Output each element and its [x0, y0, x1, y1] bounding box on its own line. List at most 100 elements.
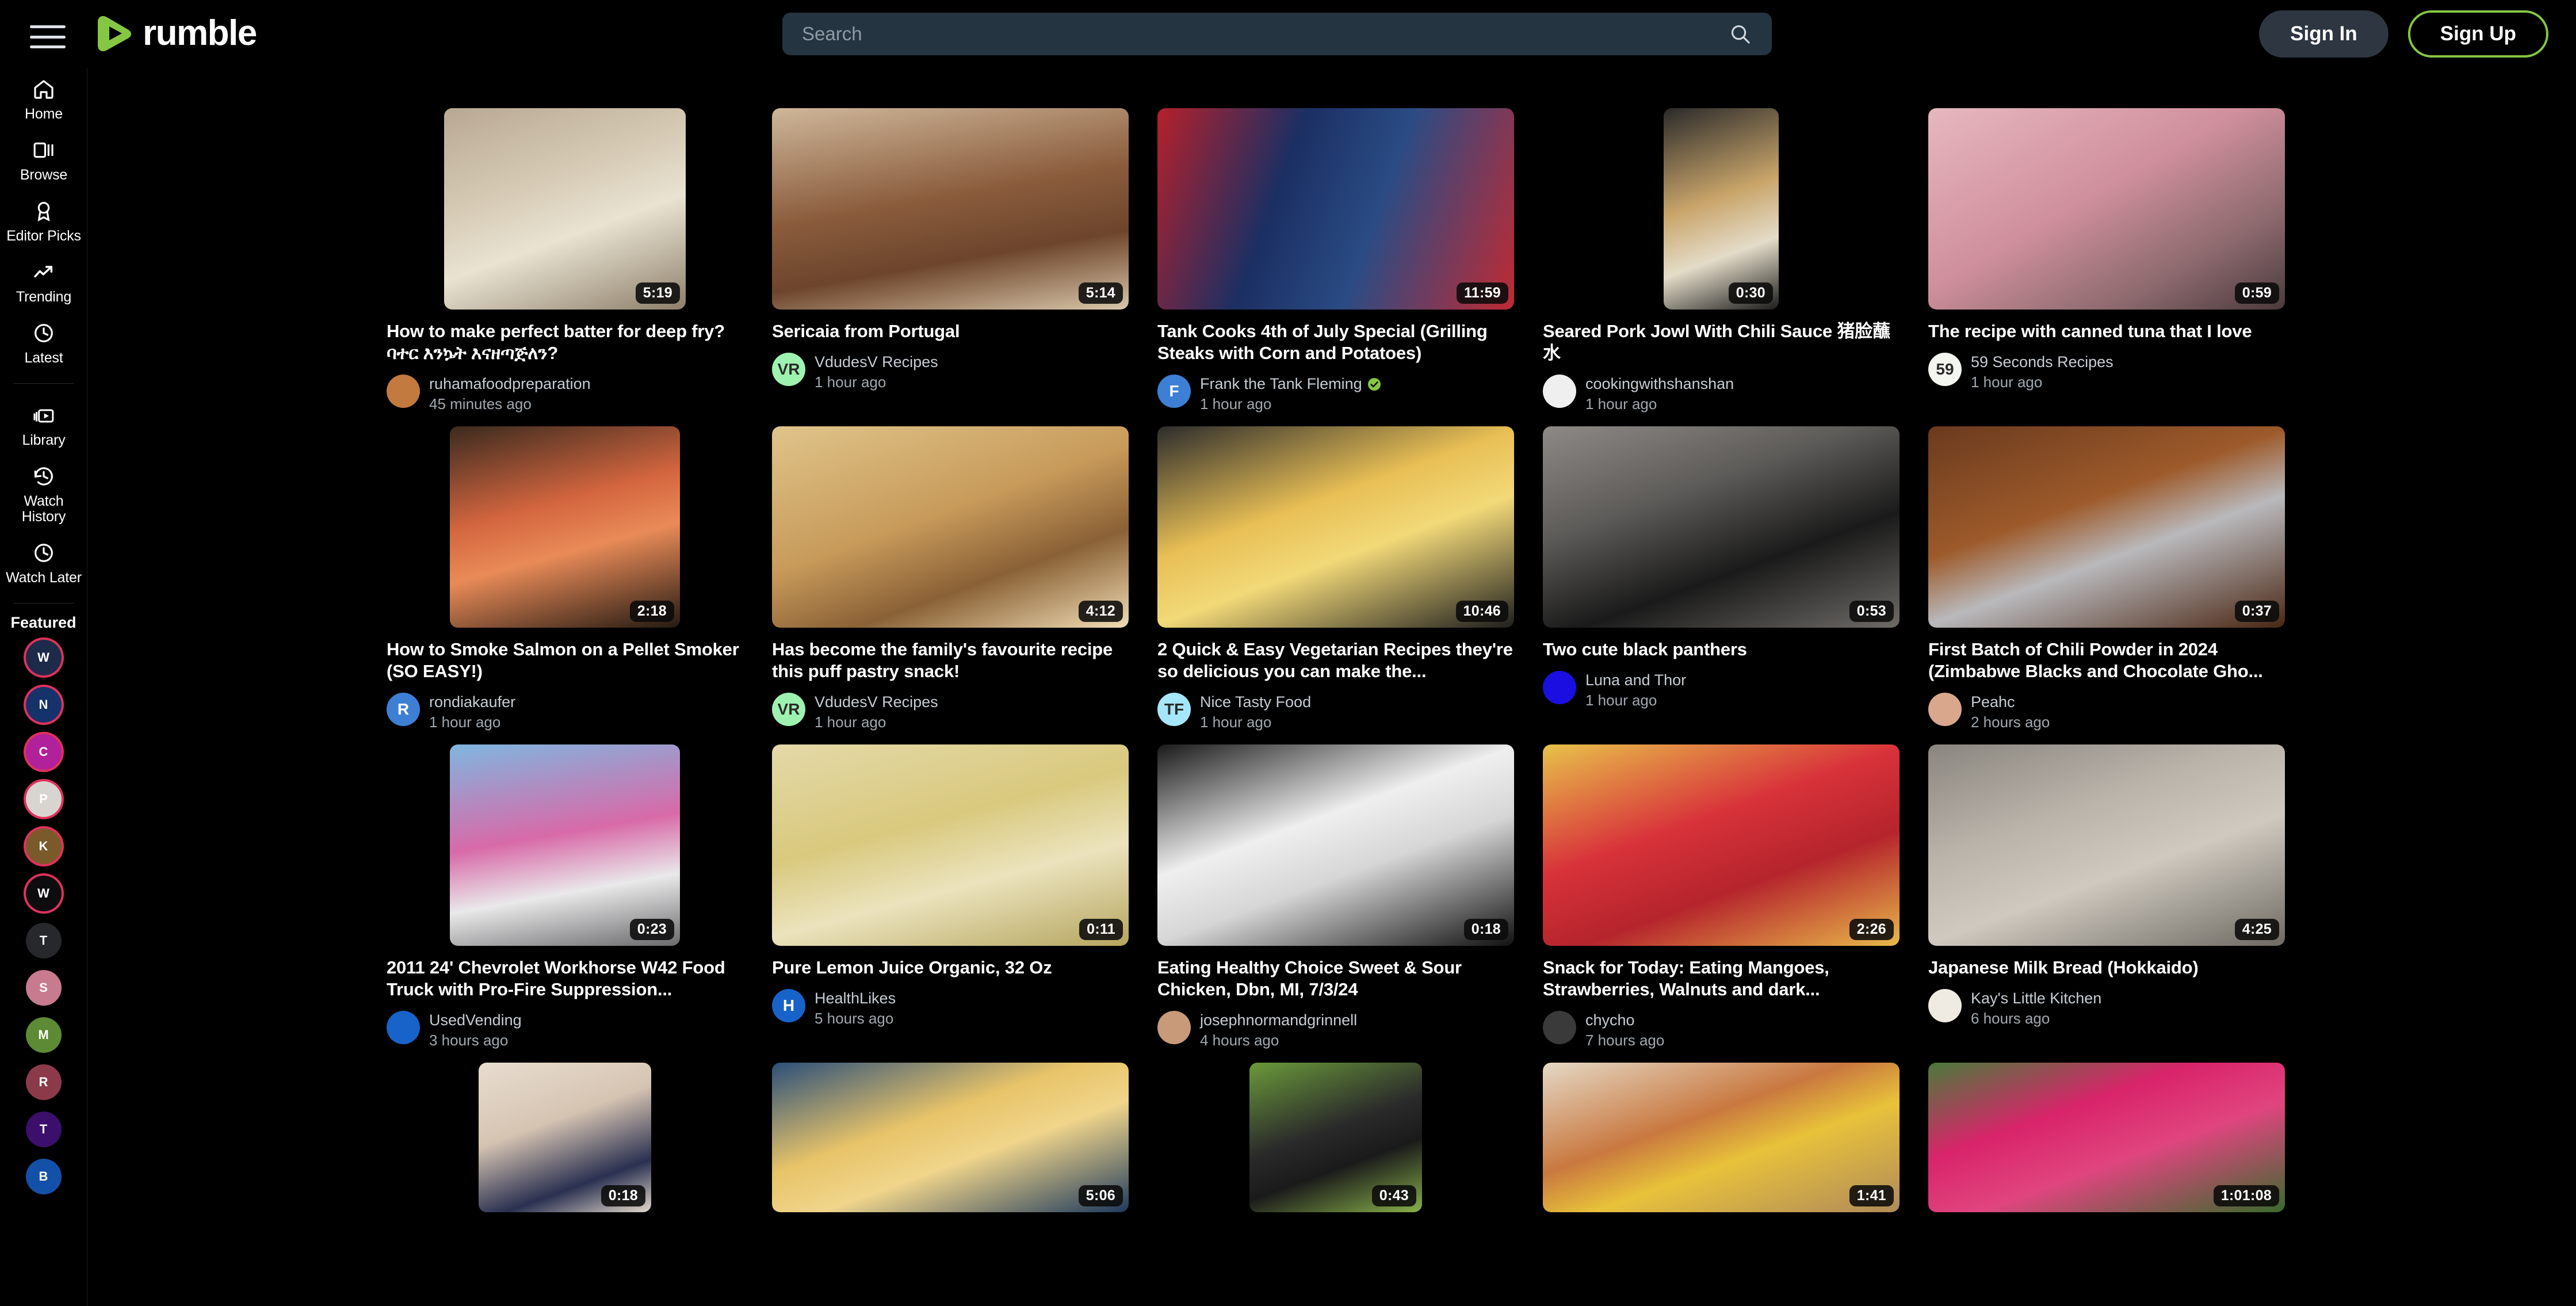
video-thumbnail[interactable]: 0:23	[387, 744, 743, 946]
video-thumbnail[interactable]: 0:59	[1928, 108, 2285, 310]
video-card[interactable]: 4:25 Japanese Milk Bread (Hokkaido) Kay'…	[1928, 744, 2285, 1049]
video-thumbnail[interactable]: 1:41	[1543, 1063, 1899, 1212]
sidebar-item-watch history[interactable]: Watch History	[0, 455, 87, 532]
video-card[interactable]: 0:43	[1157, 1063, 1514, 1212]
channel-name[interactable]: josephnormandgrinnell	[1200, 1011, 1357, 1029]
channel-avatar[interactable]: R	[387, 693, 420, 726]
video-thumbnail[interactable]: 4:12	[772, 426, 1129, 628]
sidebar-item-library[interactable]: Library	[0, 394, 87, 455]
video-card[interactable]: 0:18	[387, 1063, 743, 1212]
video-card[interactable]: 0:23 2011 24' Chevrolet Workhorse W42 Fo…	[387, 744, 743, 1049]
video-card[interactable]: 0:53 Two cute black panthers Luna and Th…	[1543, 426, 1899, 731]
video-thumbnail[interactable]: 2:18	[387, 426, 743, 628]
video-thumbnail[interactable]: 10:46	[1157, 426, 1514, 628]
channel-avatar[interactable]	[387, 375, 420, 408]
video-thumbnail[interactable]: 0:53	[1543, 426, 1899, 628]
featured-channel-item[interactable]: N	[0, 687, 87, 723]
channel-name[interactable]: cookingwithshanshan	[1585, 375, 1734, 393]
sidebar-item-browse[interactable]: Browse	[0, 129, 87, 190]
channel-name[interactable]: rondiakaufer	[429, 693, 515, 711]
channel-name[interactable]: Nice Tasty Food	[1200, 693, 1311, 711]
search-icon[interactable]	[1709, 13, 1772, 55]
video-title[interactable]: Eating Healthy Choice Sweet & Sour Chick…	[1157, 957, 1514, 1000]
channel-avatar[interactable]	[1543, 1011, 1576, 1044]
video-card[interactable]: 0:30 Seared Pork Jowl With Chili Sauce 猪…	[1543, 108, 1899, 413]
channel-name[interactable]: Kay's Little Kitchen	[1971, 990, 2101, 1007]
video-card[interactable]: 0:37 First Batch of Chili Powder in 2024…	[1928, 426, 2285, 731]
video-title[interactable]: How to Smoke Salmon on a Pellet Smoker (…	[387, 639, 743, 682]
video-thumbnail[interactable]: 5:06	[772, 1063, 1129, 1212]
channel-avatar[interactable]	[387, 1011, 420, 1044]
search-bar[interactable]	[782, 13, 1772, 55]
video-thumbnail[interactable]: 0:30	[1543, 108, 1899, 310]
video-card[interactable]: 2:26 Snack for Today: Eating Mangoes, St…	[1543, 744, 1899, 1049]
channel-avatar[interactable]	[1543, 671, 1576, 704]
featured-channel-item[interactable]: T	[0, 923, 87, 959]
video-title[interactable]: Snack for Today: Eating Mangoes, Strawbe…	[1543, 957, 1899, 1000]
video-title[interactable]: The recipe with canned tuna that I love	[1928, 320, 2285, 342]
video-title[interactable]: First Batch of Chili Powder in 2024 (Zim…	[1928, 639, 2285, 682]
hamburger-menu-icon[interactable]	[30, 25, 66, 48]
channel-name[interactable]: HealthLikes	[815, 990, 896, 1007]
video-thumbnail[interactable]: 1:01:08	[1928, 1063, 2285, 1212]
featured-channel-item[interactable]: K	[0, 828, 87, 864]
channel-avatar[interactable]	[1157, 1011, 1191, 1044]
video-card[interactable]: 11:59 Tank Cooks 4th of July Special (Gr…	[1157, 108, 1514, 413]
video-title[interactable]: Japanese Milk Bread (Hokkaido)	[1928, 957, 2285, 979]
video-thumbnail[interactable]: 0:43	[1157, 1063, 1514, 1212]
video-thumbnail[interactable]: 2:26	[1543, 744, 1899, 946]
featured-channel-item[interactable]: T	[0, 1112, 87, 1147]
channel-avatar[interactable]	[1543, 375, 1576, 408]
channel-avatar[interactable]: H	[772, 989, 805, 1022]
video-title[interactable]: Pure Lemon Juice Organic, 32 Oz	[772, 957, 1129, 979]
video-card[interactable]: 5:14 Sericaia from Portugal VR VdudesV R…	[772, 108, 1129, 413]
video-card[interactable]: 1:41	[1543, 1063, 1899, 1212]
sidebar-item-latest[interactable]: Latest	[0, 312, 87, 373]
rumble-logo[interactable]: rumble	[92, 13, 257, 54]
sidebar-item-trending[interactable]: Trending	[0, 251, 87, 312]
channel-name[interactable]: VdudesV Recipes	[815, 693, 938, 711]
channel-avatar[interactable]: VR	[772, 693, 805, 726]
sidebar-item-editor picks[interactable]: Editor Picks	[0, 190, 87, 251]
search-input[interactable]	[782, 23, 1709, 45]
video-title[interactable]: Two cute black panthers	[1543, 639, 1899, 660]
featured-channel-item[interactable]: S	[0, 970, 87, 1006]
video-card[interactable]: 10:46 2 Quick & Easy Vegetarian Recipes …	[1157, 426, 1514, 731]
video-title[interactable]: 2011 24' Chevrolet Workhorse W42 Food Tr…	[387, 957, 743, 1000]
video-thumbnail[interactable]: 5:14	[772, 108, 1129, 310]
featured-channel-item[interactable]: W	[0, 876, 87, 911]
video-thumbnail[interactable]: 0:11	[772, 744, 1129, 946]
video-thumbnail[interactable]: 5:19	[387, 108, 743, 310]
channel-name[interactable]: 59 Seconds Recipes	[1971, 353, 2113, 371]
video-card[interactable]: 1:01:08	[1928, 1063, 2285, 1212]
video-title[interactable]: Seared Pork Jowl With Chili Sauce 猪脸蘸水	[1543, 320, 1899, 364]
video-title[interactable]: How to make perfect batter for deep fry?…	[387, 320, 743, 364]
channel-avatar[interactable]	[1928, 693, 1962, 726]
video-card[interactable]: 5:06	[772, 1063, 1129, 1212]
channel-avatar[interactable]: 59	[1928, 353, 1962, 386]
featured-channel-item[interactable]: B	[0, 1159, 87, 1194]
channel-avatar[interactable]: TF	[1157, 693, 1191, 726]
featured-channel-item[interactable]: W	[0, 640, 87, 675]
video-card[interactable]: 2:18 How to Smoke Salmon on a Pellet Smo…	[387, 426, 743, 731]
video-thumbnail[interactable]: 0:18	[387, 1063, 743, 1212]
video-card[interactable]: 5:19 How to make perfect batter for deep…	[387, 108, 743, 413]
video-card[interactable]: 0:18 Eating Healthy Choice Sweet & Sour …	[1157, 744, 1514, 1049]
video-thumbnail[interactable]: 11:59	[1157, 108, 1514, 310]
video-title[interactable]: Tank Cooks 4th of July Special (Grilling…	[1157, 320, 1514, 364]
channel-name[interactable]: Frank the Tank Fleming	[1200, 375, 1362, 393]
channel-avatar[interactable]: F	[1157, 375, 1191, 408]
video-thumbnail[interactable]: 0:18	[1157, 744, 1514, 946]
channel-name[interactable]: VdudesV Recipes	[815, 353, 938, 371]
video-thumbnail[interactable]: 0:37	[1928, 426, 2285, 628]
featured-channel-item[interactable]: P	[0, 781, 87, 817]
video-title[interactable]: 2 Quick & Easy Vegetarian Recipes they'r…	[1157, 639, 1514, 682]
channel-name[interactable]: chycho	[1585, 1011, 1635, 1029]
channel-name[interactable]: Peahc	[1971, 693, 2015, 711]
video-thumbnail[interactable]: 4:25	[1928, 744, 2285, 946]
featured-channel-item[interactable]: C	[0, 734, 87, 770]
channel-name[interactable]: Luna and Thor	[1585, 671, 1686, 689]
sidebar-item-watch later[interactable]: Watch Later	[0, 532, 87, 593]
video-card[interactable]: 4:12 Has become the family's favourite r…	[772, 426, 1129, 731]
channel-avatar[interactable]: VR	[772, 353, 805, 386]
